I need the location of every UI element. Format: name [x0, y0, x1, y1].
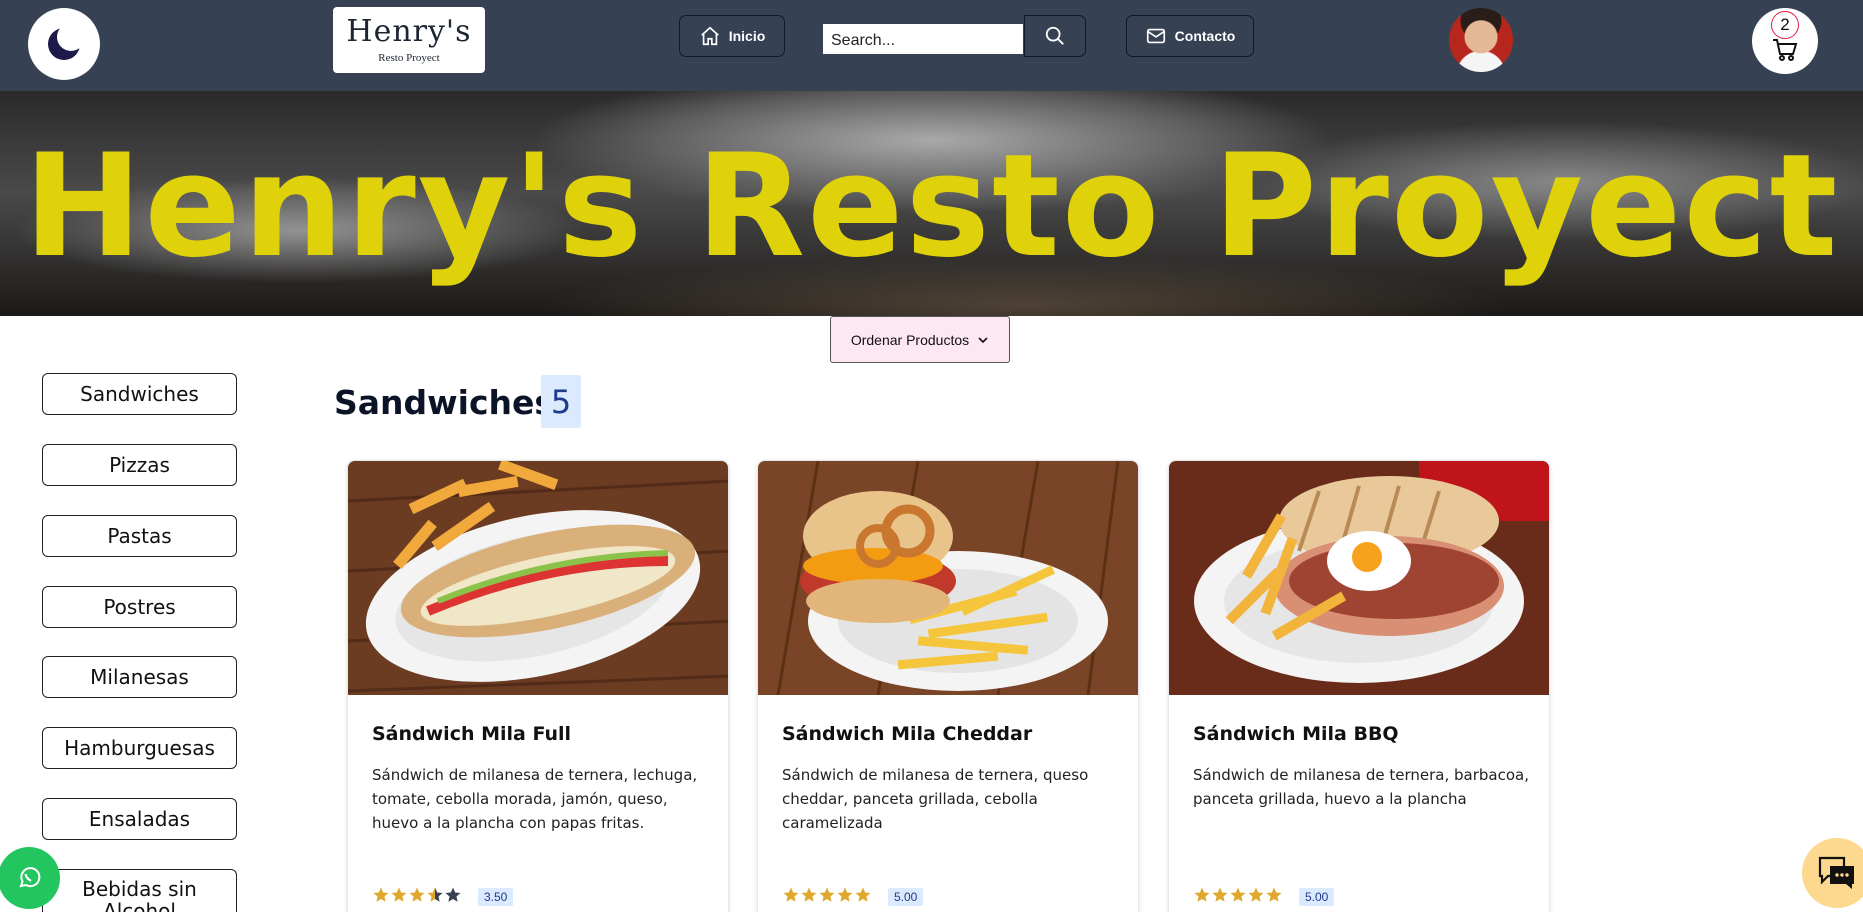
star-icon [837, 887, 853, 902]
product-name: Sándwich Mila BBQ [1193, 723, 1399, 745]
product-image [1169, 461, 1549, 695]
star-icon [1266, 887, 1282, 902]
product-image [758, 461, 1138, 695]
section-count-badge: 5 [541, 375, 581, 428]
chat-icon [1818, 856, 1854, 889]
category-milanesas[interactable]: Milanesas [42, 656, 237, 698]
star-icon [1194, 887, 1210, 902]
hero-title: Henry's Resto Proyect [23, 124, 1840, 289]
star-icon [855, 887, 871, 902]
star-icon [391, 887, 407, 902]
product-card[interactable]: Sándwich Mila Cheddar Sándwich de milane… [757, 460, 1139, 912]
star-icon [445, 887, 461, 902]
mail-icon [1146, 28, 1165, 44]
star-icon [373, 887, 389, 902]
category-pastas[interactable]: Pastas [42, 515, 237, 557]
star-icon [1212, 887, 1228, 902]
search-button[interactable] [1024, 15, 1086, 57]
star-rating-icons [372, 886, 462, 908]
logo-sub-text: Resto Proyect [378, 52, 440, 64]
user-avatar[interactable] [1449, 8, 1513, 72]
product-name: Sándwich Mila Cheddar [782, 723, 1033, 745]
moon-icon [48, 24, 84, 60]
product-rating: 3.50 [372, 886, 514, 908]
star-icon [1230, 887, 1246, 902]
contact-label: Contacto [1174, 28, 1236, 44]
home-icon [700, 26, 719, 46]
category-ensaladas[interactable]: Ensaladas [42, 798, 237, 840]
category-postres[interactable]: Postres [42, 586, 237, 628]
product-card[interactable]: Sándwich Mila Full Sándwich de milanesa … [347, 460, 729, 912]
cart-count-badge: 2 [1771, 11, 1799, 39]
section-title: Sandwiches [334, 383, 555, 422]
star-icon [409, 887, 425, 902]
star-rating-icons [782, 886, 872, 908]
cart-button[interactable]: 2 [1752, 8, 1818, 74]
contact-button[interactable]: Contacto [1126, 15, 1254, 57]
rating-badge: 5.00 [888, 888, 924, 906]
sort-products-dropdown[interactable]: Ordenar Productos [830, 316, 1010, 363]
sort-label: Ordenar Productos [850, 331, 970, 348]
category-hamburguesas[interactable]: Hamburguesas [42, 727, 237, 769]
search-icon [1045, 26, 1064, 45]
star-icon [801, 887, 817, 902]
navbar: Henry's Resto Proyect Inicio Contacto 2 [0, 0, 1863, 91]
rating-badge: 5.00 [1299, 888, 1335, 906]
product-description: Sándwich de milanesa de ternera, barbaco… [1193, 766, 1530, 808]
chat-button[interactable] [1802, 838, 1863, 908]
star-icon [783, 887, 799, 902]
product-image [348, 461, 728, 695]
product-description: Sándwich de milanesa de ternera, lechuga… [372, 766, 698, 832]
rating-badge: 3.50 [478, 888, 514, 906]
theme-toggle-button[interactable] [28, 8, 100, 80]
whatsapp-icon [19, 867, 41, 888]
product-name: Sándwich Mila Full [372, 723, 572, 745]
home-label: Inicio [728, 28, 766, 44]
star-rating-icons [1193, 886, 1283, 908]
logo[interactable]: Henry's Resto Proyect [333, 7, 485, 73]
product-rating: 5.00 [782, 886, 924, 908]
category-bebidas-sin-alcohol[interactable]: Bebidas sin Alcohol [42, 869, 237, 912]
category-sandwiches[interactable]: Sandwiches [42, 373, 237, 415]
product-rating: 5.00 [1193, 886, 1335, 908]
product-description: Sándwich de milanesa de ternera, queso c… [782, 766, 1089, 832]
cart-icon [1773, 39, 1798, 61]
logo-main-text: Henry's [346, 14, 472, 49]
hero-banner: Henry's Resto Proyect [0, 91, 1863, 316]
whatsapp-button[interactable] [0, 847, 60, 909]
star-icon [1248, 887, 1264, 902]
star-icon [819, 887, 835, 902]
star-icon [427, 887, 443, 902]
home-button[interactable]: Inicio [679, 15, 785, 57]
chevron-down-icon [978, 336, 988, 343]
search-input[interactable] [823, 24, 1023, 54]
category-pizzas[interactable]: Pizzas [42, 444, 237, 486]
product-card[interactable]: Sándwich Mila BBQ Sándwich de milanesa d… [1168, 460, 1550, 912]
